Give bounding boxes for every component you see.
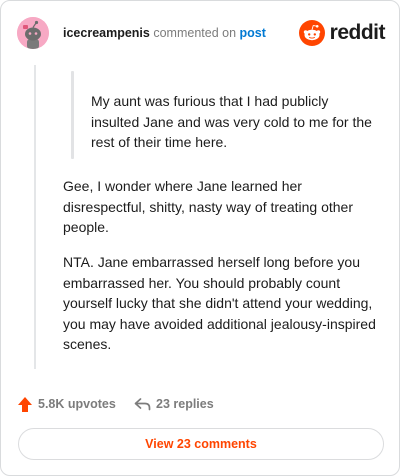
replies-count: 23 replies bbox=[156, 397, 214, 411]
reddit-logo-icon bbox=[298, 20, 325, 46]
quote-bar bbox=[71, 71, 74, 159]
view-comments-button[interactable]: View 23 comments bbox=[18, 428, 384, 460]
comment-header: icecreampenis commented on post reddit bbox=[17, 17, 386, 49]
comment-footer: 5.8K upvotes 23 replies bbox=[17, 393, 385, 415]
username-link[interactable]: icecreampenis bbox=[63, 26, 150, 40]
upvote-button[interactable]: 5.8K upvotes bbox=[17, 393, 116, 415]
reply-arrow-icon bbox=[134, 398, 151, 411]
comment-card: icecreampenis commented on post reddit M… bbox=[0, 0, 400, 476]
action-text: commented on bbox=[153, 26, 237, 40]
post-link[interactable]: post bbox=[240, 26, 266, 40]
brand-wordmark: reddit bbox=[329, 21, 386, 44]
reddit-brand[interactable]: reddit bbox=[298, 18, 386, 48]
quoted-text: My aunt was furious that I had publicly … bbox=[91, 93, 372, 150]
replies-button[interactable]: 23 replies bbox=[134, 393, 214, 415]
avatar[interactable] bbox=[17, 17, 49, 49]
comment-paragraph: Gee, I wonder where Jane learned her dis… bbox=[63, 178, 353, 235]
upvote-arrow-icon bbox=[18, 396, 32, 412]
comment-paragraph: NTA. Jane embarrassed herself long befor… bbox=[63, 254, 376, 352]
snoo-avatar-icon bbox=[17, 17, 49, 49]
thread-line bbox=[34, 65, 36, 369]
byline: icecreampenis commented on post bbox=[63, 26, 266, 40]
upvote-count: 5.8K upvotes bbox=[38, 397, 116, 411]
